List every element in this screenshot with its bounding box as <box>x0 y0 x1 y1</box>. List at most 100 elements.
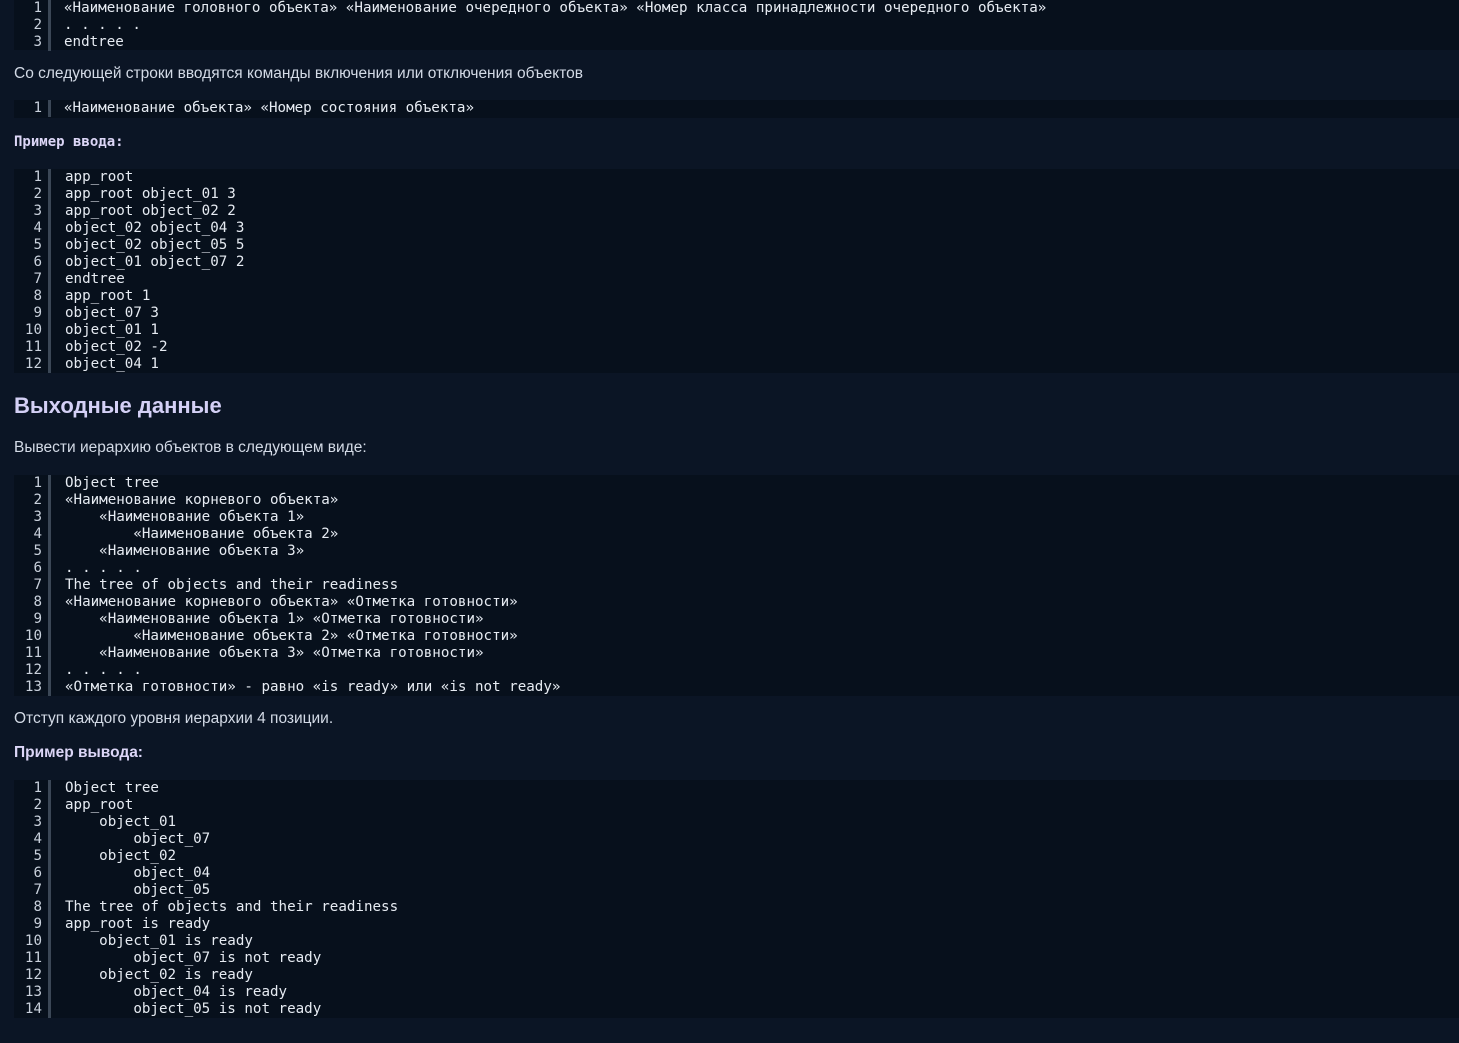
line-number: 8 <box>33 288 42 304</box>
code-text: «Наименование объекта 1» «Отметка готовн… <box>65 611 484 627</box>
line-number: 1 <box>33 100 42 116</box>
paragraph-commands-description: Со следующей строки вводятся команды вкл… <box>14 65 584 82</box>
code-text: «Наименование объекта 1» <box>65 509 305 525</box>
line-number: 5 <box>33 543 42 559</box>
code-line: 14 object_05 is not ready <box>14 1001 1459 1018</box>
code-line: 12 object_02 is ready <box>14 967 1459 984</box>
line-number: 8 <box>33 594 42 610</box>
code-line: 3 «Наименование объекта 1» <box>14 509 1459 526</box>
code-line: 1 app_root <box>14 169 1459 186</box>
code-text: object_01 object_07 2 <box>65 254 245 270</box>
line-number: 10 <box>24 322 42 338</box>
code-text: object_04 <box>65 865 211 881</box>
code-text: app_root object_01 3 <box>65 186 236 202</box>
code-line: 13 «Отметка готовности» - равно «is ready… <box>14 679 1459 696</box>
code-line: 4 «Наименование объекта 2» <box>14 526 1459 543</box>
line-number: 6 <box>33 865 42 881</box>
line-number: 1 <box>33 780 42 796</box>
line-number: 2 <box>33 492 42 508</box>
line-number: 1 <box>33 169 42 185</box>
code-text: «Наименование корневого объекта» «Отметк… <box>65 594 518 610</box>
code-line: 10 «Наименование объекта 2» «Отметка гот… <box>14 628 1459 645</box>
code-line: 13 object_04 is ready <box>14 984 1459 1001</box>
code-line: 3 app_root object_02 2 <box>14 203 1459 220</box>
code-line: 1 «Наименование головного объекта» «Наиме… <box>14 0 1459 17</box>
code-text: app_root <box>65 797 134 813</box>
code-line: 9 app_root is ready <box>14 916 1459 933</box>
code-text: endtree <box>65 271 125 287</box>
line-number: 2 <box>33 797 42 813</box>
code-line: 3 endtree <box>14 34 1459 51</box>
line-number: 5 <box>33 237 42 253</box>
line-number: 10 <box>24 933 42 949</box>
line-number: 4 <box>33 831 42 847</box>
code-text: «Наименование корневого объекта» <box>65 492 339 508</box>
code-text: Object tree <box>65 780 159 796</box>
line-number: 11 <box>24 950 42 966</box>
code-line: 1 Object tree <box>14 475 1459 492</box>
line-number: 10 <box>24 628 42 644</box>
code-line: 8 app_root 1 <box>14 288 1459 305</box>
code-line: 5 object_02 object_05 5 <box>14 237 1459 254</box>
code-line: 7 object_05 <box>14 882 1459 899</box>
code-line: 2 «Наименование корневого объекта» <box>14 492 1459 509</box>
line-number: 12 <box>24 356 42 372</box>
code-text: «Наименование объекта 3» «Отметка готовн… <box>65 645 484 661</box>
line-number: 1 <box>33 0 42 16</box>
code-text: object_05 is not ready <box>65 1001 322 1017</box>
code-text: «Наименование объекта 2» <box>65 526 339 542</box>
code-text: The tree of objects and their readiness <box>65 577 399 593</box>
line-number: 7 <box>33 577 42 593</box>
line-number: 3 <box>33 203 42 219</box>
code-text: . . . . . <box>65 662 142 678</box>
line-number: 7 <box>33 271 42 287</box>
line-number: 9 <box>33 611 42 627</box>
code-line: 1 «Наименование объекта» «Номер состояния… <box>14 100 1459 117</box>
code-block-input-example: 1 app_root 2 app_root object_01 3 3 app_root … <box>14 169 1459 373</box>
code-line: 12 object_04 1 <box>14 356 1459 373</box>
line-number: 3 <box>33 814 42 830</box>
code-text: object_01 is ready <box>65 933 253 949</box>
code-line: 4 object_02 object_04 3 <box>14 220 1459 237</box>
code-block-command-format: 1 «Наименование объекта» «Номер состояния… <box>14 100 1459 118</box>
code-line: 5 object_02 <box>14 848 1459 865</box>
input-example-label: Пример ввода: <box>14 134 124 150</box>
line-number: 13 <box>24 679 42 695</box>
code-text: object_05 <box>65 882 211 898</box>
paragraph-indent-note: Отступ каждого уровня иерархии 4 позиции… <box>14 710 334 727</box>
code-line: 2 app_root object_01 3 <box>14 186 1459 203</box>
line-number: 4 <box>33 526 42 542</box>
code-line: 11 object_02 -2 <box>14 339 1459 356</box>
line-number: 11 <box>24 339 42 355</box>
line-number: 8 <box>33 899 42 915</box>
code-text: object_07 <box>65 831 211 847</box>
line-number: 9 <box>33 305 42 321</box>
code-text: «Наименование объекта 2» «Отметка готовн… <box>65 628 518 644</box>
line-number: 6 <box>33 254 42 270</box>
code-text: The tree of objects and their readiness <box>65 899 399 915</box>
code-text: app_root 1 <box>65 288 151 304</box>
code-line: 9 object_07 3 <box>14 305 1459 322</box>
code-text: «Наименование головного объекта» «Наимен… <box>64 0 1047 16</box>
code-line: 2 app_root <box>14 797 1459 814</box>
code-line: 6 object_01 object_07 2 <box>14 254 1459 271</box>
code-text: «Наименование объекта 3» <box>65 543 305 559</box>
code-line: 1 Object tree <box>14 780 1459 797</box>
code-text: «Отметка готовности» - равно «is ready» … <box>65 679 561 695</box>
code-line: 7 endtree <box>14 271 1459 288</box>
code-line: 11 object_07 is not ready <box>14 950 1459 967</box>
line-number: 9 <box>33 916 42 932</box>
code-text: object_02 is ready <box>65 967 253 983</box>
line-number: 12 <box>24 662 42 678</box>
line-number: 3 <box>33 34 42 50</box>
code-line: 10 object_01 1 <box>14 322 1459 339</box>
output-heading: Выходные данные <box>14 393 222 418</box>
code-text: «Наименование объекта» «Номер состояния … <box>64 100 474 116</box>
code-line: 2 . . . . . <box>14 17 1459 34</box>
line-number: 12 <box>24 967 42 983</box>
line-number: 7 <box>33 882 42 898</box>
code-text: object_04 is ready <box>65 984 288 1000</box>
code-text: object_02 object_05 5 <box>65 237 245 253</box>
code-text: endtree <box>64 34 124 50</box>
code-line: 6 object_04 <box>14 865 1459 882</box>
